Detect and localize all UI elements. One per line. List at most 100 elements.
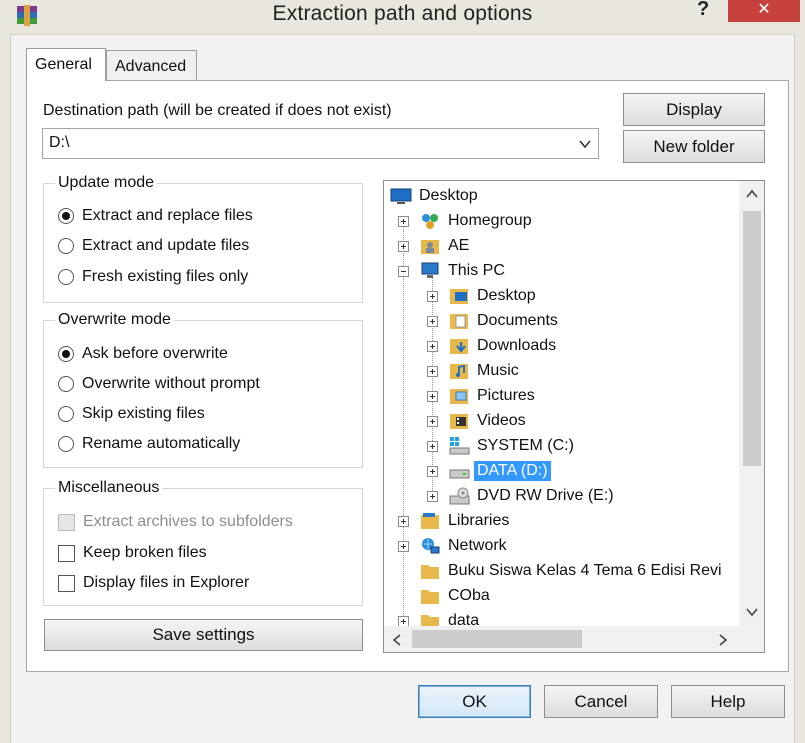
radio-button-checked[interactable]: [58, 346, 74, 362]
downloads-icon: [450, 339, 468, 354]
radio-extract-update[interactable]: Extract and update files: [58, 235, 249, 257]
tree-item-network[interactable]: Network: [419, 534, 507, 558]
network-icon: [422, 538, 440, 554]
expand-toggle[interactable]: [427, 466, 438, 477]
tree-item-label: Documents: [477, 312, 558, 329]
expand-toggle[interactable]: [398, 541, 409, 552]
expand-toggle[interactable]: [398, 516, 409, 527]
window-frame-right: [794, 34, 805, 743]
libraries-icon: [421, 513, 439, 529]
update-mode-title: Update mode: [55, 174, 158, 192]
tree-item-libraries[interactable]: Libraries: [419, 509, 509, 533]
scroll-down-icon[interactable]: [746, 607, 758, 617]
window-frame-left: [0, 34, 11, 743]
expand-toggle[interactable]: [427, 291, 438, 302]
radio-label: Extract and replace files: [82, 207, 253, 224]
expand-toggle[interactable]: [398, 241, 409, 252]
radio-button[interactable]: [58, 238, 74, 254]
tree-item-videos[interactable]: Videos: [448, 409, 526, 433]
tree-item-label: Pictures: [477, 387, 535, 404]
desktop-icon: [390, 188, 412, 204]
tree-item-downloads[interactable]: Downloads: [448, 334, 556, 358]
tree-item-coba[interactable]: COba: [419, 584, 490, 608]
chevron-down-icon[interactable]: [578, 137, 592, 151]
expand-toggle[interactable]: [427, 341, 438, 352]
tree-item-label: Videos: [477, 412, 526, 429]
radio-skip-existing[interactable]: Skip existing files: [58, 403, 205, 425]
radio-button-checked[interactable]: [58, 208, 74, 224]
tree-item-dvd-e[interactable]: DVD RW Drive (E:): [448, 484, 614, 508]
tree-item-label: Buku Siswa Kelas 4 Tema 6 Edisi Revi: [448, 562, 722, 579]
tree-item-pictures[interactable]: Pictures: [448, 384, 535, 408]
dvd-drive-icon: [449, 487, 470, 505]
destination-path-combo[interactable]: [42, 128, 599, 159]
vertical-scrollbar[interactable]: [739, 181, 764, 626]
folder-icon: [421, 590, 439, 604]
radio-label: Skip existing files: [82, 405, 205, 422]
help-button[interactable]: Help: [671, 685, 785, 718]
horizontal-scroll-thumb[interactable]: [412, 630, 582, 648]
user-folder-icon: [421, 240, 439, 254]
scroll-right-icon[interactable]: [718, 634, 728, 646]
tab-advanced[interactable]: Advanced: [106, 50, 197, 81]
radio-label: Rename automatically: [82, 435, 241, 452]
radio-ask-before-overwrite[interactable]: Ask before overwrite: [58, 343, 228, 365]
scroll-left-icon[interactable]: [392, 634, 402, 646]
expand-toggle[interactable]: [427, 366, 438, 377]
tree-guide-line: [432, 277, 433, 497]
expand-toggle[interactable]: [398, 216, 409, 227]
tree-item-label: Desktop: [419, 187, 478, 204]
checkbox[interactable]: [58, 544, 75, 562]
ok-button[interactable]: OK: [418, 685, 531, 718]
radio-label: Extract and update files: [82, 237, 250, 254]
tree-item-music[interactable]: Music: [448, 359, 519, 383]
expand-toggle[interactable]: [427, 491, 438, 502]
radio-rename-automatically[interactable]: Rename automatically: [58, 433, 240, 455]
system-drive-icon: [449, 437, 470, 455]
folder-tree[interactable]: Desktop Homegroup AE This PC Desktop Doc…: [383, 180, 765, 653]
checkbox-keep-broken[interactable]: Keep broken files: [58, 542, 207, 564]
scroll-up-icon[interactable]: [746, 189, 758, 199]
tree-item-buku-siswa[interactable]: Buku Siswa Kelas 4 Tema 6 Edisi Revi: [419, 559, 722, 583]
tree-item-label: SYSTEM (C:): [477, 437, 574, 454]
radio-extract-replace[interactable]: Extract and replace files: [58, 205, 253, 227]
expand-toggle[interactable]: [427, 441, 438, 452]
tree-item-ae[interactable]: AE: [419, 234, 469, 258]
window-title: Extraction path and options: [272, 2, 533, 25]
tree-guide-line: [403, 217, 404, 632]
tree-item-data-d[interactable]: DATA (D:): [448, 459, 551, 483]
cancel-button[interactable]: Cancel: [544, 685, 658, 718]
horizontal-scrollbar[interactable]: [384, 626, 739, 652]
tree-item-label-selected: DATA (D:): [474, 461, 551, 481]
radio-label: Ask before overwrite: [82, 345, 228, 362]
tree-item-homegroup[interactable]: Homegroup: [419, 209, 532, 233]
tree-item-documents[interactable]: Documents: [448, 309, 558, 333]
radio-overwrite-without-prompt[interactable]: Overwrite without prompt: [58, 373, 260, 395]
vertical-scroll-thumb[interactable]: [743, 211, 761, 466]
radio-button[interactable]: [58, 269, 74, 285]
close-button[interactable]: ✕: [728, 0, 800, 22]
save-settings-button[interactable]: Save settings: [44, 619, 363, 651]
tree-item-label: Libraries: [448, 512, 510, 529]
help-glyph[interactable]: ?: [697, 0, 709, 21]
homegroup-icon: [422, 214, 438, 229]
expand-toggle[interactable]: [427, 391, 438, 402]
tab-general[interactable]: General: [26, 48, 106, 81]
tree-item-desktop-root[interactable]: Desktop: [390, 184, 478, 208]
checkbox-display-explorer[interactable]: Display files in Explorer: [58, 572, 249, 594]
radio-button[interactable]: [58, 406, 74, 422]
radio-button[interactable]: [58, 436, 74, 452]
tree-item-desktop[interactable]: Desktop: [448, 284, 536, 308]
collapse-toggle[interactable]: [398, 266, 409, 277]
documents-icon: [450, 314, 468, 329]
tree-item-system-c[interactable]: SYSTEM (C:): [448, 434, 574, 458]
new-folder-button[interactable]: New folder: [623, 130, 765, 163]
destination-path-input[interactable]: [47, 133, 571, 153]
display-button[interactable]: Display: [623, 93, 765, 126]
radio-button[interactable]: [58, 376, 74, 392]
checkbox[interactable]: [58, 574, 75, 592]
radio-fresh-existing[interactable]: Fresh existing files only: [58, 266, 248, 288]
expand-toggle[interactable]: [427, 416, 438, 427]
expand-toggle[interactable]: [427, 316, 438, 327]
tree-item-this-pc[interactable]: This PC: [419, 259, 505, 283]
